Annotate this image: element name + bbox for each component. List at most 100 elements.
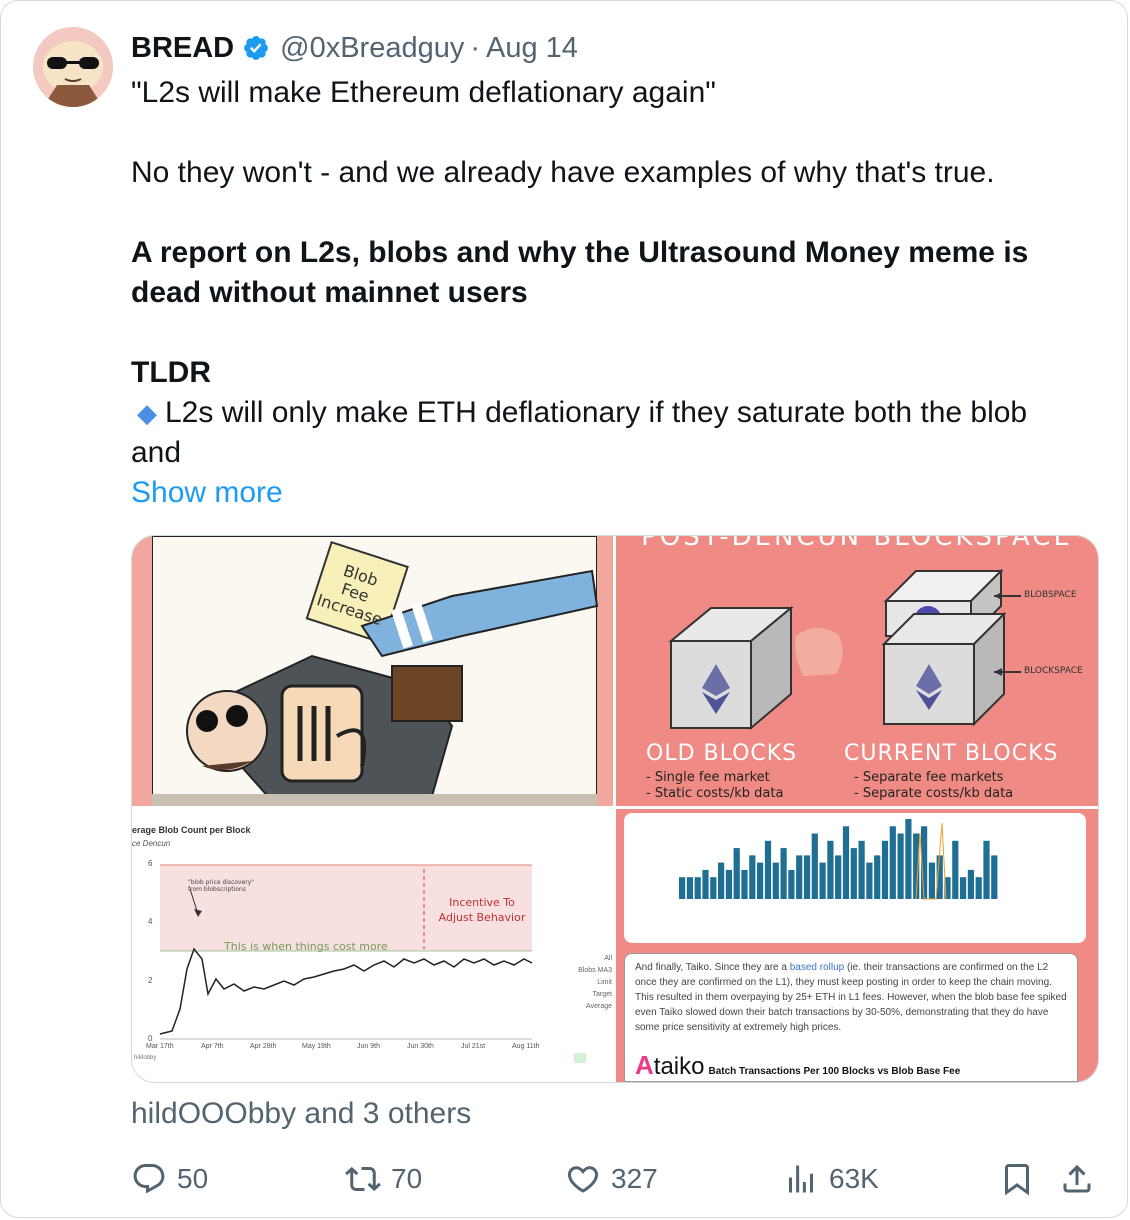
blob-note-incentive: Incentive To Adjust Behavior xyxy=(438,896,526,924)
reply-icon xyxy=(133,1164,165,1194)
blob-note-small: "blob price discovery" from blobscriptio… xyxy=(188,879,255,893)
media-image-cartoon[interactable]: Blob Fee Increase xyxy=(132,536,613,806)
old-blocks-list: - Single fee market - Static costs/kb da… xyxy=(646,770,784,801)
tweet-headline: A report on L2s, blobs and why the Ultra… xyxy=(131,236,1029,309)
taiko-bar xyxy=(686,877,693,899)
tweet-tldr: TLDR xyxy=(131,356,211,389)
taiko-bar xyxy=(881,840,889,899)
blob-ytick-4: 4 xyxy=(148,917,153,926)
taiko-bar xyxy=(960,877,967,899)
taiko-bar xyxy=(780,848,787,899)
taiko-bar xyxy=(874,855,881,899)
media-image-taiko[interactable]: And finally, Taiko. Since they are a bas… xyxy=(616,809,1098,1082)
post-date[interactable]: Aug 14 xyxy=(486,32,578,65)
old-blocks-title: OLD BLOCKS xyxy=(646,741,798,766)
tweet-line-intro: No they won't - and we already have exam… xyxy=(131,156,995,189)
media-image-blockspace[interactable]: POST-DENCUN BLOCKSPACE BLOBSPACE BLOCKSP… xyxy=(616,536,1098,806)
views-button[interactable]: 63K xyxy=(783,1153,879,1205)
taiko-bar xyxy=(866,862,873,899)
author-handle[interactable]: @0xBreadguy xyxy=(280,32,464,65)
taiko-chart-title: Batch Transactions Per 100 Blocks vs Blo… xyxy=(708,1066,961,1077)
taiko-logo-icon: A xyxy=(635,1050,654,1080)
taiko-bar xyxy=(803,855,811,899)
taiko-bar xyxy=(749,855,756,899)
blob-xtick: Apr 28th xyxy=(250,1043,277,1050)
taiko-chart-box xyxy=(624,813,1086,943)
taiko-bar xyxy=(897,833,904,899)
reply-button[interactable]: 50 xyxy=(131,1153,208,1205)
taiko-bar xyxy=(991,855,998,899)
taiko-bar xyxy=(796,855,803,899)
bookmark-icon xyxy=(1005,1164,1029,1196)
taiko-text-box: And finally, Taiko. Since they are a bas… xyxy=(624,953,1078,1082)
tweet-header: BREAD @0xBreadguy · Aug 14 xyxy=(131,31,578,65)
tweet-bullet-text: L2s will only make ETH deflationary if t… xyxy=(131,396,1028,469)
diamond-icon: ◆ xyxy=(137,398,157,428)
repost-button[interactable]: 70 xyxy=(345,1153,422,1205)
reply-count: 50 xyxy=(177,1163,209,1194)
taiko-bar xyxy=(905,819,912,899)
bookmark-button[interactable] xyxy=(999,1153,1045,1205)
blob-xtick: Jun 30th xyxy=(407,1043,434,1050)
taiko-bar xyxy=(967,869,974,899)
media-grid[interactable]: Blob Fee Increase POST-DENCUN BLOCKSPACE xyxy=(131,535,1099,1083)
verified-badge-icon xyxy=(244,36,269,60)
taiko-bar xyxy=(741,869,748,899)
blob-chart-credit: hildobby xyxy=(134,1055,157,1061)
blob-ytick-0: 0 xyxy=(148,1034,153,1043)
taiko-bar xyxy=(889,826,896,899)
blobspace-label: BLOBSPACE xyxy=(1024,590,1077,600)
taiko-bar xyxy=(710,877,717,899)
repost-count: 70 xyxy=(391,1163,423,1194)
blob-xtick: Mar 17th xyxy=(146,1043,174,1050)
blob-xtick: Apr 7th xyxy=(201,1043,224,1050)
like-count: 327 xyxy=(611,1163,658,1194)
show-more-link[interactable]: Show more xyxy=(131,473,1081,513)
heart-icon xyxy=(567,1166,599,1193)
taiko-bar xyxy=(975,877,982,899)
blob-xtick: May 19th xyxy=(302,1043,331,1050)
share-button[interactable] xyxy=(1059,1153,1105,1205)
tweet-bullet: ◆ L2s will only make ETH deflationary if … xyxy=(131,393,1081,473)
repost-icon xyxy=(345,1166,381,1192)
taiko-bar xyxy=(702,869,709,899)
taiko-brand: taiko xyxy=(653,1053,705,1080)
media-image-blob-chart[interactable]: erage Blob Count per Block ce Dencun 6 4… xyxy=(132,809,613,1082)
blob-legend: All Blobs MA3 Limit Target Average xyxy=(578,955,612,1010)
tweet-text: "L2s will make Ethereum deflationary aga… xyxy=(131,73,1081,513)
like-button[interactable]: 327 xyxy=(565,1153,658,1205)
taiko-bar xyxy=(850,848,857,899)
blob-xtick: Aug 11th xyxy=(512,1043,540,1050)
taiko-text-before: And finally, Taiko. Since they are a xyxy=(635,962,790,973)
taiko-caption: A taiko Batch Transactions Per 100 Block… xyxy=(635,1050,961,1080)
taiko-bar-chart xyxy=(679,819,998,900)
taiko-bar xyxy=(928,862,935,899)
tweet-card: BREAD @0xBreadguy · Aug 14 "L2s will mak… xyxy=(0,0,1128,1218)
current-blocks-list: - Separate fee markets - Separate costs/… xyxy=(854,770,1014,801)
liked-by[interactable]: hildOOObby and 3 others xyxy=(131,1097,471,1131)
taiko-bar xyxy=(788,869,795,899)
share-icon xyxy=(1063,1164,1091,1193)
based-rollup-link[interactable]: based rollup xyxy=(790,962,844,973)
taiko-bar xyxy=(835,855,842,899)
blob-xtick: Jun 9th xyxy=(357,1043,380,1050)
blob-ytick-2: 2 xyxy=(148,976,153,985)
blob-xtick: Jul 21st xyxy=(461,1043,486,1050)
taiko-bar xyxy=(725,869,732,899)
taiko-bar xyxy=(757,862,764,899)
taiko-bar xyxy=(842,826,850,899)
blob-ytick-6: 6 xyxy=(148,859,153,868)
taiko-bar xyxy=(952,840,959,899)
blockspace-label: BLOCKSPACE xyxy=(1024,666,1083,676)
avatar[interactable] xyxy=(33,27,113,107)
taiko-bar xyxy=(718,862,725,899)
author-name[interactable]: BREAD xyxy=(131,32,234,65)
separator: · xyxy=(470,31,481,64)
taiko-bar xyxy=(983,840,990,899)
blob-note-cost: This is when things cost more xyxy=(224,940,388,953)
taiko-bar xyxy=(772,862,779,899)
views-count: 63K xyxy=(829,1163,879,1194)
taiko-bar xyxy=(733,848,740,899)
tweet-line-quote: "L2s will make Ethereum deflationary aga… xyxy=(131,76,716,109)
taiko-bar xyxy=(811,833,818,899)
